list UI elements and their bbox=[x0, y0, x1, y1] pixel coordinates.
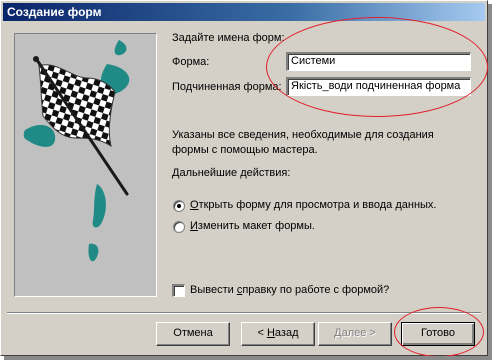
finish-button[interactable]: Готово bbox=[401, 322, 475, 346]
dialog-title-bar[interactable]: Создание форм bbox=[3, 3, 485, 21]
form-names-heading: Задайте имена форм: bbox=[172, 32, 285, 44]
window-shadow-bottom bbox=[4, 356, 492, 360]
dialog-title: Создание форм bbox=[7, 5, 102, 19]
subform-name-label: Подчиненная форма: bbox=[172, 81, 282, 93]
form-wizard-dialog: Создание форм Задайте имена форм: Форма:… bbox=[0, 0, 488, 357]
info-text-line-2: формы с помощью мастера. bbox=[172, 144, 318, 156]
open-form-option-label[interactable]: Открыть форму для просмотра и ввода данн… bbox=[190, 199, 436, 211]
modify-layout-option-label[interactable]: Изменить макет формы. bbox=[190, 220, 315, 232]
modify-layout-label-rest: зменить макет формы. bbox=[197, 220, 315, 232]
show-help-label[interactable]: Вывести справку по работе с формой? bbox=[190, 284, 389, 296]
back-button-mnemonic: Н bbox=[266, 327, 275, 339]
window-shadow-right bbox=[488, 4, 492, 360]
info-text-line-1: Указаны все сведения, необходимые для со… bbox=[172, 129, 434, 141]
next-button-mnemonic: Д bbox=[334, 327, 342, 339]
subform-name-input[interactable]: Якість_води подчиненная форма bbox=[286, 77, 471, 96]
form-name-input[interactable]: Системи bbox=[286, 52, 471, 71]
show-help-label-before: Вывести bbox=[190, 284, 237, 296]
back-button-prefix: < bbox=[257, 327, 267, 339]
modify-layout-mnemonic: И bbox=[190, 220, 198, 232]
finish-button-label: Готово bbox=[421, 327, 455, 339]
cancel-button-label: Отмена bbox=[173, 327, 213, 339]
open-form-label-rest: ткрыть форму для просмотра и ввода данны… bbox=[198, 199, 437, 211]
back-button[interactable]: < Назад bbox=[241, 322, 315, 346]
button-separator bbox=[7, 312, 481, 314]
form-name-label: Форма: bbox=[172, 56, 210, 68]
checkered-flag-icon bbox=[23, 40, 130, 262]
open-form-radio[interactable] bbox=[173, 200, 185, 212]
wizard-picture-panel bbox=[14, 33, 157, 297]
modify-layout-radio[interactable] bbox=[173, 221, 185, 233]
next-actions-label: Дальнейшие действия: bbox=[172, 167, 291, 179]
back-button-rest: азад bbox=[274, 327, 299, 339]
open-form-mnemonic: О bbox=[190, 199, 199, 211]
radio-selected-dot bbox=[177, 204, 181, 208]
cancel-button[interactable]: Отмена bbox=[156, 322, 230, 346]
next-button-rest: алее > bbox=[341, 327, 376, 339]
next-button[interactable]: Далее > bbox=[318, 322, 392, 346]
show-help-checkbox[interactable] bbox=[172, 284, 185, 297]
show-help-label-after: правку по работе с формой? bbox=[242, 284, 390, 296]
